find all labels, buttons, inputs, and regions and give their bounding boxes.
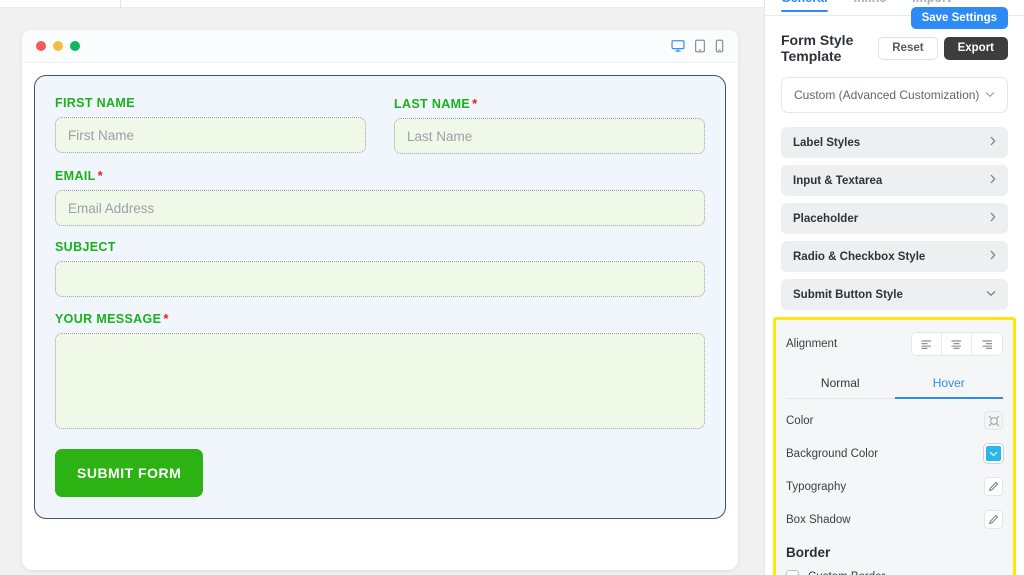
chevron-right-icon	[990, 250, 996, 263]
border-section-heading: Border	[786, 545, 831, 560]
first-name-label: FIRST NAME	[55, 96, 366, 110]
state-tab-bar: Normal Hover	[786, 370, 1003, 399]
subject-label: SUBJECT	[55, 240, 705, 254]
typography-row: Typography	[786, 477, 1003, 496]
form-preview-card: FIRST NAME LAST NAME* EMAIL*	[22, 30, 738, 570]
accordion-item-placeholder[interactable]: Placeholder	[781, 203, 1008, 234]
accordion-label: Submit Button Style	[793, 288, 903, 301]
accordion-item-submit-button-style[interactable]: Submit Button Style	[781, 279, 1008, 310]
box-shadow-edit-pencil-icon[interactable]	[984, 510, 1003, 529]
chevron-right-icon	[990, 174, 996, 187]
message-textarea[interactable]	[55, 333, 705, 429]
color-row: Color	[786, 411, 1003, 430]
submit-button-style-panel: Alignment Normal Hover Color Background …	[773, 317, 1016, 575]
first-name-input[interactable]	[55, 117, 366, 153]
submit-form-button[interactable]: SUBMIT FORM	[55, 449, 204, 497]
reset-button[interactable]: Reset	[878, 36, 938, 60]
align-center-icon[interactable]	[942, 333, 972, 355]
box-shadow-label: Box Shadow	[786, 513, 851, 526]
chevron-down-icon	[985, 90, 995, 101]
header-actions: Reset Export	[878, 36, 1008, 60]
save-settings-button[interactable]: Save Settings	[910, 7, 1008, 29]
required-asterisk: *	[163, 311, 169, 326]
field-email: EMAIL *	[55, 168, 705, 226]
name-row: FIRST NAME LAST NAME*	[55, 96, 705, 168]
accordion-item-radio-checkbox[interactable]: Radio & Checkbox Style	[781, 241, 1008, 272]
field-last-name: LAST NAME *	[394, 96, 705, 154]
export-button[interactable]: Export	[943, 36, 1008, 60]
message-label-text: YOUR MESSAGE	[55, 312, 162, 326]
chevron-right-icon	[990, 212, 996, 225]
template-select-value: Custom (Advanced Customization)	[794, 88, 980, 102]
device-preview-switcher	[671, 39, 724, 53]
panel-header: Form Style Template Reset Export Save Se…	[765, 7, 1024, 64]
required-asterisk: *	[472, 96, 478, 111]
custom-border-checkbox[interactable]	[786, 570, 799, 575]
maximize-dot-icon[interactable]	[70, 41, 80, 51]
contact-form: FIRST NAME LAST NAME* EMAIL*	[34, 75, 726, 519]
desktop-icon[interactable]	[671, 39, 685, 53]
align-right-icon[interactable]	[972, 333, 1002, 355]
tab-inline[interactable]: Inline	[854, 0, 900, 7]
last-name-label: LAST NAME *	[394, 96, 705, 111]
accordion-item-label-styles[interactable]: Label Styles	[781, 127, 1008, 158]
field-first-name: FIRST NAME	[55, 96, 366, 154]
form-preview-area: FIRST NAME LAST NAME* EMAIL*	[22, 63, 738, 519]
email-label: EMAIL *	[55, 168, 705, 183]
minimize-dot-icon[interactable]	[53, 41, 63, 51]
alignment-label: Alignment	[786, 338, 838, 350]
accordion-label: Radio & Checkbox Style	[793, 250, 926, 263]
chevron-down-icon	[986, 289, 996, 300]
preview-browser-bar	[22, 30, 738, 63]
app-screen: FIRST NAME LAST NAME* EMAIL*	[0, 0, 1024, 575]
page-title: Form Style Template	[781, 32, 854, 64]
field-message: YOUR MESSAGE *	[55, 311, 705, 429]
close-dot-icon[interactable]	[36, 41, 46, 51]
last-name-input[interactable]	[394, 118, 705, 154]
alignment-row: Alignment	[786, 332, 1003, 356]
tab-hover[interactable]: Hover	[894, 370, 1004, 399]
typography-edit-pencil-icon[interactable]	[984, 477, 1003, 496]
last-name-label-text: LAST NAME	[394, 97, 471, 111]
subject-label-text: SUBJECT	[55, 240, 116, 254]
color-label: Color	[786, 414, 814, 427]
tablet-icon[interactable]	[694, 39, 706, 53]
message-label: YOUR MESSAGE *	[55, 311, 705, 326]
chevron-right-icon	[990, 136, 996, 149]
top-strip-divider	[120, 0, 121, 8]
typography-label: Typography	[786, 480, 847, 493]
box-shadow-row: Box Shadow	[786, 510, 1003, 529]
tab-normal[interactable]: Normal	[786, 370, 895, 398]
first-name-label-text: FIRST NAME	[55, 96, 135, 110]
background-color-swatch[interactable]	[984, 444, 1003, 463]
mobile-icon[interactable]	[715, 39, 724, 53]
required-asterisk: *	[97, 168, 104, 183]
form-style-template-select[interactable]: Custom (Advanced Customization)	[781, 77, 1008, 113]
accordion-label: Placeholder	[793, 212, 859, 225]
window-controls	[36, 41, 80, 51]
alignment-segmented-control	[911, 332, 1003, 356]
subject-input[interactable]	[55, 261, 705, 297]
tab-general[interactable]: General	[781, 0, 841, 12]
style-accordion: Label Styles Input & Textarea Placeholde…	[781, 127, 1008, 310]
email-label-text: EMAIL	[55, 169, 96, 183]
color-swatch-none-icon[interactable]	[984, 411, 1003, 430]
align-left-icon[interactable]	[912, 333, 942, 355]
custom-border-label: Custom Border	[808, 571, 885, 575]
accordion-label: Label Styles	[793, 136, 861, 149]
custom-border-row: Custom Border	[786, 570, 1003, 575]
tab-import[interactable]: Import	[912, 0, 964, 7]
settings-panel: General Inline Import Form Style Templat…	[764, 0, 1024, 575]
accordion-item-input-textarea[interactable]: Input & Textarea	[781, 165, 1008, 196]
email-input[interactable]	[55, 190, 705, 226]
field-subject: SUBJECT	[55, 240, 705, 297]
background-color-label: Background Color	[786, 447, 879, 460]
background-color-row: Background Color	[786, 444, 1003, 463]
accordion-label: Input & Textarea	[793, 174, 883, 187]
